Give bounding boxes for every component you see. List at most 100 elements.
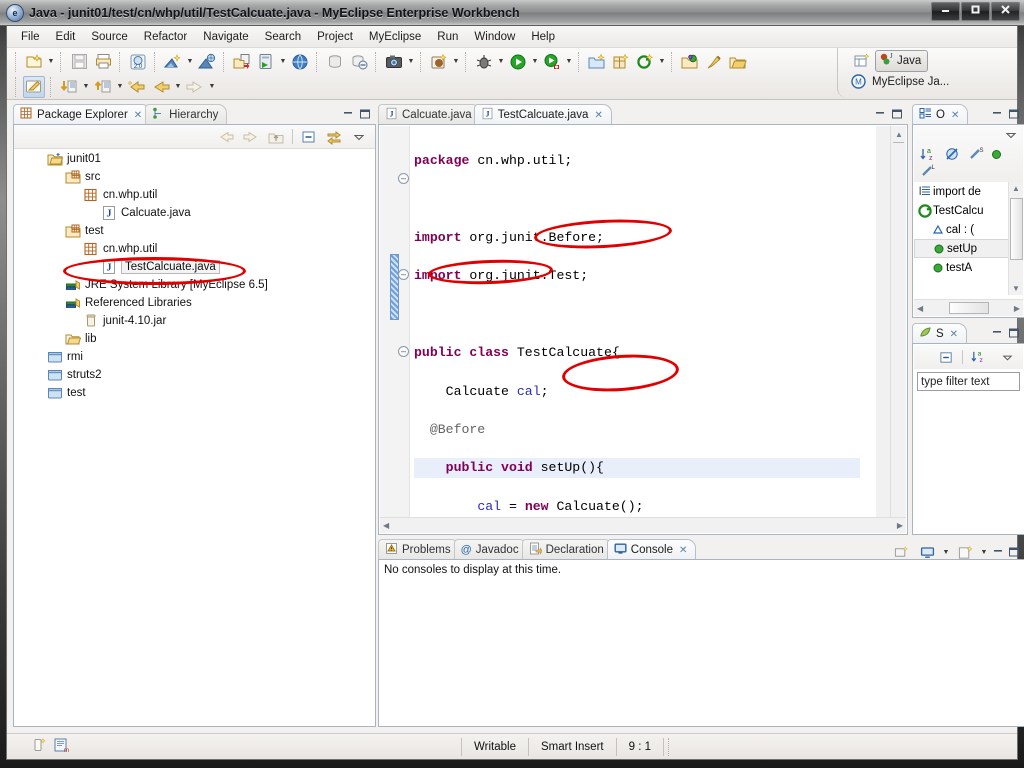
- forward-icon[interactable]: [184, 76, 206, 98]
- new-class-icon[interactable]: [610, 51, 632, 73]
- next-annotation-icon[interactable]: [58, 76, 80, 98]
- perspective-myeclipse-label[interactable]: MyEclipse Ja...: [872, 76, 949, 88]
- tree-item-jre-system-library[interactable]: JRE System Library [MyEclipse 6.5]: [15, 276, 374, 294]
- debug-icon[interactable]: [473, 51, 495, 73]
- snippets-filter-input[interactable]: type filter text: [917, 372, 1020, 391]
- editor-horizontal-scrollbar[interactable]: ◀ ▶: [380, 517, 906, 533]
- scroll-right-arrow-icon[interactable]: ▶: [897, 521, 903, 530]
- chevron-down-icon[interactable]: ▼: [81, 76, 91, 98]
- menu-run[interactable]: Run: [429, 29, 466, 45]
- myeclipse-perspective-icon[interactable]: M: [851, 74, 868, 89]
- tree-item-referenced-libraries[interactable]: Referenced Libraries: [15, 294, 374, 312]
- outline-item-method-setup[interactable]: setUp: [914, 239, 1023, 258]
- snapshot-icon[interactable]: [383, 51, 405, 73]
- scroll-right-arrow-icon[interactable]: ▶: [1014, 304, 1020, 313]
- maximize-view-icon[interactable]: [1007, 107, 1021, 121]
- chevron-down-icon[interactable]: ▼: [185, 51, 195, 73]
- menu-navigate[interactable]: Navigate: [195, 29, 256, 45]
- fold-marker-before[interactable]: –: [398, 269, 409, 280]
- tab-javadoc[interactable]: @ Javadoc: [453, 539, 528, 560]
- chevron-down-icon[interactable]: ▼: [451, 51, 461, 73]
- sort-icon[interactable]: az: [968, 346, 990, 368]
- back-arrow-icon[interactable]: [215, 126, 237, 148]
- run-icon[interactable]: [507, 51, 529, 73]
- close-button[interactable]: [991, 2, 1020, 21]
- chevron-down-icon[interactable]: ▼: [46, 51, 56, 73]
- menu-file[interactable]: File: [13, 29, 48, 45]
- outline-list[interactable]: import de TestCalcu cal : (setUp testA: [914, 182, 1023, 295]
- tab-hierarchy[interactable]: Hierarchy: [145, 104, 228, 125]
- outline-item-method-testadd[interactable]: testA: [914, 258, 1023, 277]
- minimize-view-icon[interactable]: [990, 107, 1004, 121]
- tree-item-junit-jar[interactable]: junit-4.10.jar: [15, 312, 374, 330]
- view-menu-icon[interactable]: [996, 346, 1018, 368]
- close-icon[interactable]: ✕: [679, 545, 687, 556]
- scroll-down-arrow-icon[interactable]: ▼: [1012, 284, 1020, 293]
- scroll-left-arrow-icon[interactable]: ◀: [383, 521, 389, 530]
- toggle-markoccurrences-icon[interactable]: [23, 75, 45, 98]
- maximize-view-icon[interactable]: [1007, 545, 1021, 559]
- tab-declaration[interactable]: Declaration: [521, 539, 613, 560]
- project-tree[interactable]: junit01 src cn.whp.util J Calcuate.java …: [15, 150, 374, 725]
- outline-item-class[interactable]: TestCalcu: [914, 201, 1023, 220]
- tree-item-struts2[interactable]: struts2: [15, 366, 374, 384]
- console-output[interactable]: No consoles to display at this time.: [380, 560, 1023, 725]
- deploy-icon[interactable]: [196, 51, 218, 73]
- scrollbar-thumb[interactable]: [1010, 198, 1023, 260]
- chevron-down-icon[interactable]: ▼: [657, 51, 667, 73]
- new-web-project-icon[interactable]: [162, 51, 184, 73]
- external-tools-icon[interactable]: [541, 51, 563, 73]
- run-server-icon[interactable]: [255, 51, 277, 73]
- outline-vertical-scrollbar[interactable]: ▲ ▼: [1008, 182, 1023, 295]
- outline-item-field-cal[interactable]: cal : (: [914, 220, 1023, 239]
- tab-outline[interactable]: O ✕: [912, 104, 969, 125]
- minimize-view-icon[interactable]: [991, 545, 1005, 559]
- chevron-down-icon[interactable]: ▼: [530, 51, 540, 73]
- editor-vertical-scrollbar[interactable]: [876, 126, 890, 517]
- open-resource-icon[interactable]: [727, 51, 749, 73]
- new-java-package-icon[interactable]: [428, 51, 450, 73]
- hide-nonpublic-icon[interactable]: [990, 148, 1003, 166]
- view-menu-icon[interactable]: [348, 126, 370, 148]
- tree-item-package-src[interactable]: cn.whp.util: [15, 186, 374, 204]
- outline-horizontal-scrollbar[interactable]: ◀ ▶: [914, 299, 1023, 316]
- hide-static-icon[interactable]: S: [968, 146, 985, 168]
- tree-item-lib[interactable]: lib: [15, 330, 374, 348]
- tab-problems[interactable]: Problems: [378, 539, 460, 560]
- maximize-view-icon[interactable]: [1007, 326, 1021, 340]
- open-type-icon[interactable]: [679, 51, 701, 73]
- collapse-all-icon[interactable]: [298, 126, 320, 148]
- open-perspective-icon[interactable]: [851, 51, 873, 72]
- collapse-all-icon[interactable]: [935, 346, 957, 368]
- tab-package-explorer[interactable]: Package Explorer ✕: [13, 104, 152, 125]
- view-menu-icon[interactable]: [1004, 128, 1018, 147]
- chevron-down-icon[interactable]: ▼: [173, 76, 183, 98]
- new-annotation-icon[interactable]: [634, 51, 656, 73]
- chevron-down-icon[interactable]: ▼: [278, 51, 288, 73]
- tree-item-junit01[interactable]: junit01: [15, 150, 374, 168]
- reverse-engineer-icon[interactable]: [348, 51, 370, 73]
- maximize-button[interactable]: [961, 2, 990, 21]
- tab-console[interactable]: Console ✕: [606, 539, 697, 560]
- outline-item-imports[interactable]: import de: [914, 182, 1023, 201]
- fold-marker-test[interactable]: –: [398, 346, 409, 357]
- editor-gutter[interactable]: [380, 126, 410, 517]
- menu-myeclipse[interactable]: MyEclipse: [361, 29, 429, 45]
- tree-item-rmi[interactable]: rmi: [15, 348, 374, 366]
- database-icon[interactable]: [324, 51, 346, 73]
- back-icon[interactable]: [150, 76, 172, 98]
- chevron-down-icon[interactable]: ▼: [406, 51, 416, 73]
- chevron-down-icon[interactable]: ▼: [207, 76, 217, 98]
- print-icon[interactable]: [92, 51, 114, 73]
- search-icon[interactable]: [703, 51, 725, 73]
- tree-item-test-project[interactable]: test: [15, 384, 374, 402]
- tab-testcalcuate-java[interactable]: J TestCalcuate.java ✕: [473, 104, 612, 125]
- chevron-down-icon[interactable]: ▼: [564, 51, 574, 73]
- scroll-up-arrow-icon[interactable]: ▲: [895, 130, 903, 139]
- menu-source[interactable]: Source: [83, 29, 135, 45]
- editor-overview-ruler[interactable]: ▲: [890, 126, 906, 517]
- code-text[interactable]: package cn.whp.util; import org.junit.Be…: [410, 126, 860, 517]
- menu-edit[interactable]: Edit: [48, 29, 84, 45]
- maximize-view-icon[interactable]: [358, 107, 372, 121]
- tree-item-test-source-folder[interactable]: test: [15, 222, 374, 240]
